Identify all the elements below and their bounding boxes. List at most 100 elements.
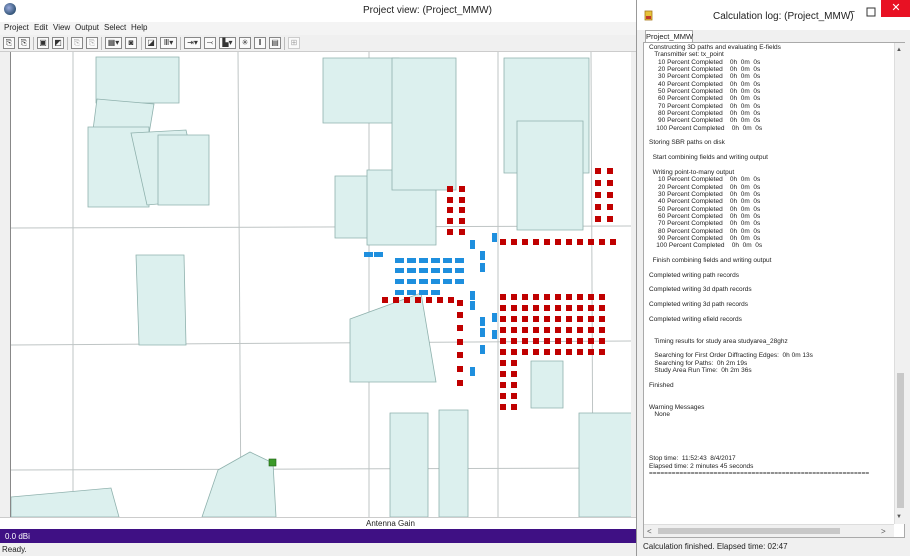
toolbar-separator <box>141 37 142 50</box>
feature-dropdown-icon[interactable]: ▦▾ <box>105 37 122 49</box>
scroll-left-icon[interactable]: < <box>647 527 652 536</box>
receiver-point-red <box>447 186 453 192</box>
chart-dropdown-icon[interactable]: ▙▾ <box>219 37 236 49</box>
vertical-scroll-thumb[interactable] <box>897 373 904 508</box>
receiver-point-blue <box>395 268 404 273</box>
building <box>157 134 210 206</box>
log-line: Constructing 3D paths and evaluating E-f… <box>649 44 781 51</box>
transmitter-dropdown-icon[interactable]: ⇥▾ <box>184 37 201 49</box>
bars-icon[interactable]: ‖ <box>254 37 266 49</box>
receiver-point-blue <box>407 268 416 273</box>
receiver-point-red <box>566 327 572 333</box>
log-line: 50 Percent Completed 0h 0m 0s <box>649 205 761 213</box>
toolbar-separator <box>33 37 34 50</box>
receiver-point-red <box>500 305 506 311</box>
log-line: Elapsed time: 2 minutes 45 seconds <box>649 462 754 470</box>
map-canvas[interactable] <box>10 52 631 517</box>
building <box>438 409 469 517</box>
menu-view[interactable]: View <box>53 23 70 32</box>
log-line: Start combining fields and writing outpu… <box>649 154 768 162</box>
receiver-point-blue <box>455 258 464 263</box>
menu-select[interactable]: Select <box>104 23 126 32</box>
menu-project[interactable]: Project <box>4 23 29 32</box>
table-icon[interactable]: ▤ <box>269 37 281 49</box>
receiver-point-red <box>500 404 506 410</box>
layer-icon[interactable]: ◪ <box>145 37 157 49</box>
horizontal-scrollbar[interactable]: < > <box>644 524 894 537</box>
receiver-point-red <box>426 297 432 303</box>
log-line: None <box>649 411 670 419</box>
paste-icon[interactable]: ⎘ <box>86 37 98 49</box>
log-line: ========================================… <box>649 469 870 477</box>
receiver-point-red <box>500 360 506 366</box>
receiver-point-blue <box>455 268 464 273</box>
log-line: 100 Percent Completed 0h 0m 0s <box>649 242 763 250</box>
copy-icon[interactable]: ⎘ <box>71 37 83 49</box>
tab-project-mmw[interactable]: Project_MMW <box>645 30 693 42</box>
receiver-point-red <box>459 207 465 213</box>
project-view-titlebar[interactable]: Project view: (Project_MMW) <box>0 0 636 22</box>
log-text[interactable]: Constructing 3D paths and evaluating E-f… <box>644 43 892 523</box>
grid-dropdown-icon[interactable]: Ⅲ▾ <box>160 37 177 49</box>
log-line: 90 Percent Completed 0h 0m 0s <box>649 234 761 242</box>
receiver-point-blue <box>455 279 464 284</box>
minimize-icon[interactable]: − <box>846 6 858 18</box>
open-project-icon[interactable]: ⎘ <box>3 37 15 49</box>
receiver-point-red <box>595 192 601 198</box>
project-view-window: Project view: (Project_MMW) Project Edit… <box>0 0 636 556</box>
receiver-point-blue <box>480 345 485 354</box>
receiver-point-blue <box>395 290 404 295</box>
log-line: Completed writing efield records <box>649 315 742 323</box>
receiver-point-red <box>457 300 463 306</box>
calc-log-titlebar[interactable]: Calculation log: (Project_MMW) − ✕ <box>637 0 910 30</box>
log-line: Completed writing 3d path records <box>649 301 748 309</box>
log-line: 40 Percent Completed 0h 0m 0s <box>649 80 761 88</box>
log-line: Study Area Run Time: 0h 2m 36s <box>649 367 752 375</box>
receiver-point-blue <box>419 290 428 295</box>
open-view-icon[interactable]: ⎘ <box>18 37 30 49</box>
building <box>391 57 457 191</box>
close-icon[interactable]: ✕ <box>881 0 910 17</box>
building <box>349 292 437 383</box>
receiver-point-red <box>566 294 572 300</box>
receiver-point-red <box>599 327 605 333</box>
scroll-right-icon[interactable]: > <box>881 527 886 536</box>
menu-output[interactable]: Output <box>75 23 99 32</box>
receiver-point-blue <box>470 301 475 310</box>
building <box>389 412 429 517</box>
vertical-scrollbar[interactable]: ▲ ▼ <box>894 43 905 524</box>
receiver-icon[interactable]: ⤙ <box>204 37 216 49</box>
camera-icon[interactable]: ◙ <box>125 37 137 49</box>
receiver-point-red <box>511 305 517 311</box>
receiver-point-red <box>595 168 601 174</box>
receiver-point-red <box>544 294 550 300</box>
receiver-point-red <box>588 316 594 322</box>
receiver-point-red <box>533 338 539 344</box>
ruler-icon[interactable]: ⊞ <box>288 37 300 49</box>
maximize-icon[interactable] <box>865 6 877 18</box>
menu-edit[interactable]: Edit <box>34 23 48 32</box>
legend-bar: Antenna Gain <box>0 517 636 529</box>
receiver-point-red <box>511 393 517 399</box>
receiver-point-red <box>522 316 528 322</box>
menu-help[interactable]: Help <box>131 23 147 32</box>
receiver-point-red <box>566 239 572 245</box>
scroll-down-icon[interactable]: ▼ <box>896 514 902 520</box>
scroll-up-icon[interactable]: ▲ <box>896 47 902 53</box>
horizontal-scroll-thumb[interactable] <box>658 528 840 534</box>
asterisk-icon[interactable]: ✳ <box>239 37 251 49</box>
receiver-point-red <box>577 349 583 355</box>
receiver-point-blue <box>419 268 428 273</box>
run-icon[interactable]: ◩ <box>52 37 64 49</box>
project-view-title: Project view: (Project_MMW) <box>363 5 492 16</box>
save-icon[interactable]: ▣ <box>37 37 49 49</box>
receiver-point-red <box>577 338 583 344</box>
toolbar: ⎘ ⎘ ▣ ◩ ⎘ ⎘ ▦▾ ◙ ◪ Ⅲ▾ ⇥▾ ⤙ ▙▾ ✳ ‖ ▤ ⊞ <box>0 35 636 52</box>
receiver-point-red <box>566 316 572 322</box>
receiver-point-red <box>500 371 506 377</box>
